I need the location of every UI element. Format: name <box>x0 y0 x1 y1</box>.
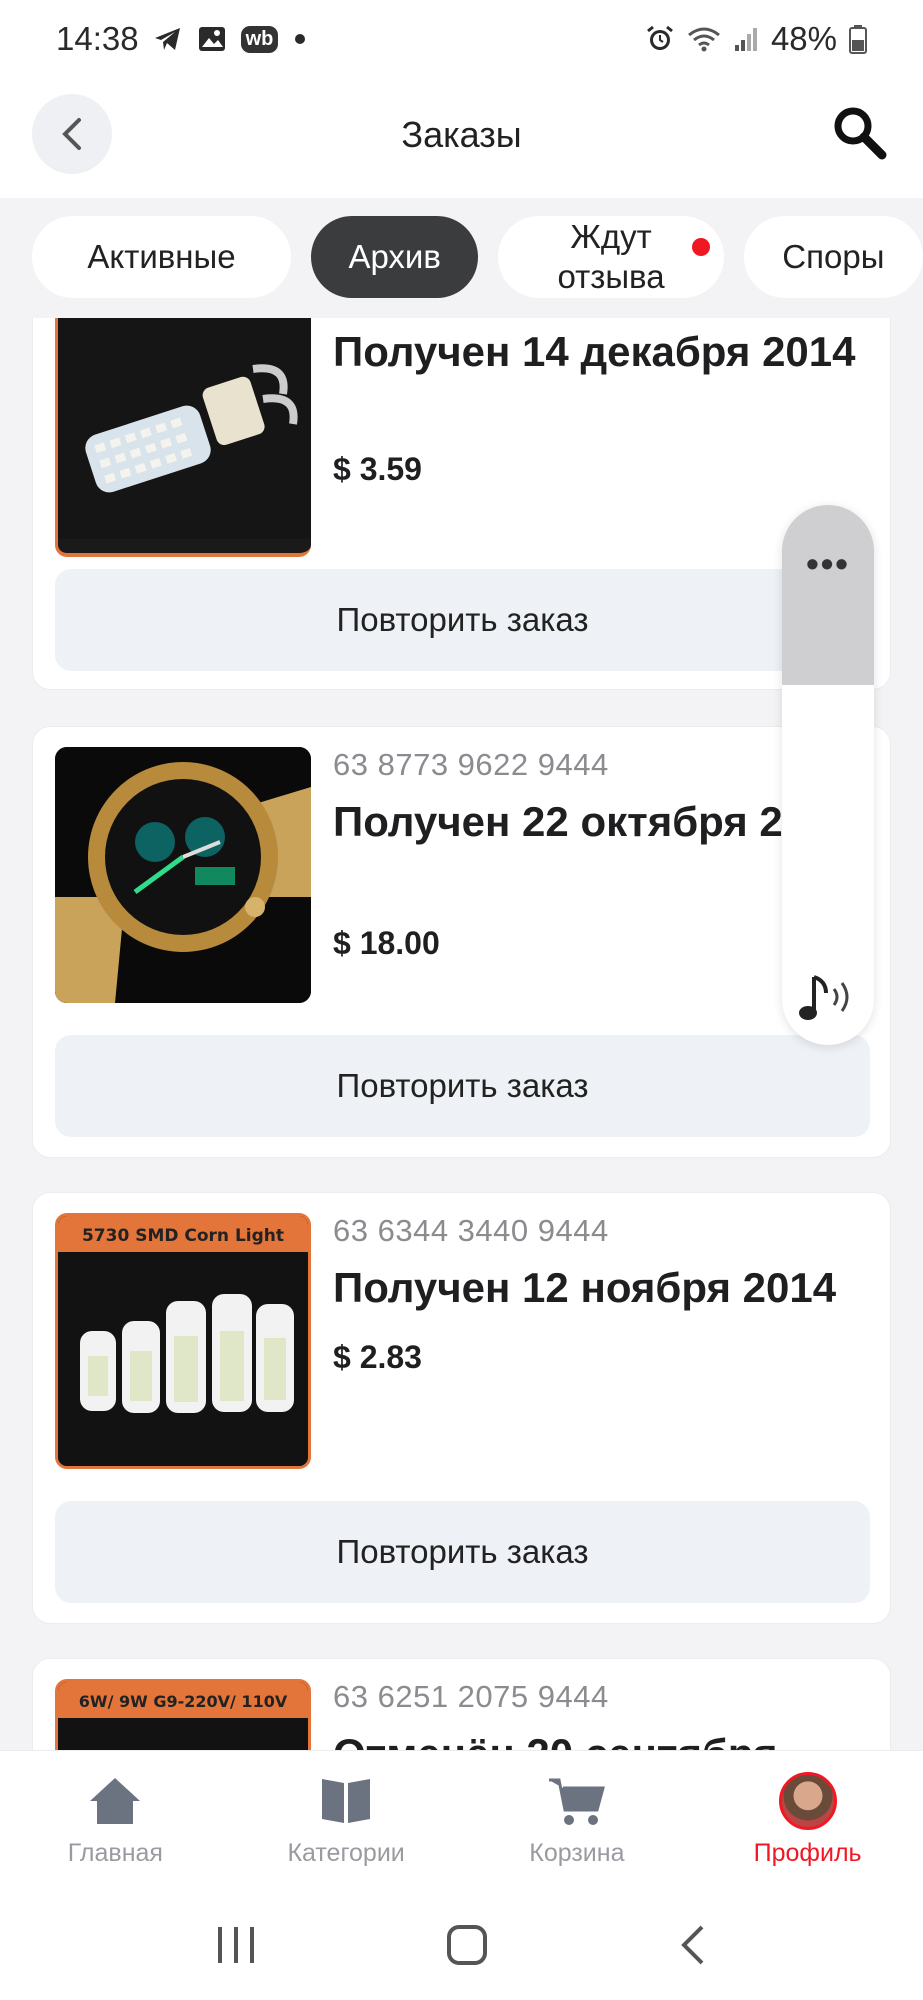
order-card: 63 8773 9622 9444 Получен 22 октября 201… <box>32 726 891 1158</box>
order-status: Получен 12 ноября 2014 <box>333 1264 837 1311</box>
battery-percent: 48% <box>770 20 837 57</box>
led-bulb-image[interactable] <box>55 318 311 557</box>
tab-label: Архив <box>348 238 441 275</box>
order-id: 63 8773 9622 9444 <box>333 747 609 782</box>
gallery-icon <box>197 25 227 53</box>
search-button[interactable] <box>827 100 891 164</box>
order-card: Получен 14 декабря 2014 $ 3.59 Повторить… <box>32 318 891 690</box>
floating-media-panel[interactable]: ••• <box>782 505 874 1045</box>
notification-dot <box>691 238 710 256</box>
repeat-order-button[interactable]: Повторить заказ <box>55 1501 870 1603</box>
repeat-order-label: Повторить заказ <box>336 1533 589 1570</box>
nav-label: Профиль <box>753 1839 862 1867</box>
repeat-order-label: Повторить заказ <box>336 601 589 638</box>
order-price: $ 2.83 <box>333 1339 422 1375</box>
repeat-order-label: Повторить заказ <box>336 1067 589 1104</box>
nav-home[interactable]: Главная <box>0 1751 231 1890</box>
battery-icon <box>849 24 867 54</box>
dot-icon <box>292 31 308 47</box>
g9-bulb-image[interactable]: 6W/ 9W G9-220V/ 110V <box>55 1679 311 1750</box>
tab-label: Активные <box>87 238 236 275</box>
alarm-icon <box>645 24 675 54</box>
page-title: Заказы <box>401 114 522 155</box>
floating-panel-handle[interactable] <box>782 505 874 685</box>
tab-disputes[interactable]: Споры <box>743 216 923 298</box>
bottom-navigation: Главная Категории Корзина Профиль <box>0 1750 923 1890</box>
categories-book-icon <box>314 1769 378 1833</box>
home-square-icon[interactable] <box>445 1923 489 1967</box>
more-dots-icon[interactable]: ••• <box>782 543 874 585</box>
home-icon <box>83 1769 147 1833</box>
order-card: 6W/ 9W G9-220V/ 110V 63 6251 2075 9444 О… <box>32 1658 891 1750</box>
order-id: 63 6251 2075 9444 <box>333 1679 609 1714</box>
system-navigation-bar <box>0 1890 923 2000</box>
repeat-order-button[interactable]: Повторить заказ <box>55 569 870 671</box>
tab-active-orders[interactable]: Активные <box>32 216 291 298</box>
gold-watch-image[interactable] <box>55 747 311 1003</box>
music-sound-icon[interactable] <box>796 967 860 1027</box>
tab-label: Споры <box>782 238 885 275</box>
thumb-caption: 6W/ 9W G9-220V/ 110V <box>79 1692 288 1711</box>
back-icon[interactable] <box>676 1923 710 1967</box>
wifi-icon <box>687 25 721 53</box>
wb-icon: wb <box>240 25 279 53</box>
tab-archive[interactable]: Архив <box>311 216 479 298</box>
signal-icon <box>733 25 759 53</box>
telegram-icon <box>153 25 183 53</box>
clock: 14:38 <box>56 20 139 57</box>
corn-light-image[interactable]: 5730 SMD Corn Light <box>55 1213 311 1469</box>
nav-label: Категории <box>287 1839 405 1867</box>
order-id: 63 6344 3440 9444 <box>333 1213 609 1248</box>
recents-icon[interactable] <box>214 1925 258 1965</box>
order-status: Получен 14 декабря 2014 <box>333 328 856 375</box>
nav-categories[interactable]: Категории <box>231 1751 462 1890</box>
order-status: Отменён 20 сентября <box>333 1729 873 1750</box>
order-card: 5730 SMD Corn Light 63 6344 3440 9444 По… <box>32 1192 891 1624</box>
search-icon <box>834 107 887 160</box>
order-tabs: Активные Архив Ждут отзыва Споры <box>0 198 923 318</box>
thumb-caption: 5730 SMD Corn Light <box>82 1226 284 1246</box>
avatar <box>778 1772 837 1830</box>
order-price: $ 3.59 <box>333 451 422 487</box>
tab-awaiting-review[interactable]: Ждут отзыва <box>498 216 724 298</box>
nav-label: Корзина <box>529 1839 625 1867</box>
tab-label: Ждут отзыва <box>557 218 665 295</box>
app-header: Заказы <box>0 78 923 198</box>
nav-cart[interactable]: Корзина <box>462 1751 693 1890</box>
nav-label: Главная <box>67 1839 163 1867</box>
cart-icon <box>545 1769 609 1833</box>
nav-profile[interactable]: Профиль <box>692 1751 923 1890</box>
status-bar: 14:38 wb 48% <box>0 0 923 78</box>
order-price: $ 18.00 <box>333 925 440 961</box>
repeat-order-button[interactable]: Повторить заказ <box>55 1035 870 1137</box>
